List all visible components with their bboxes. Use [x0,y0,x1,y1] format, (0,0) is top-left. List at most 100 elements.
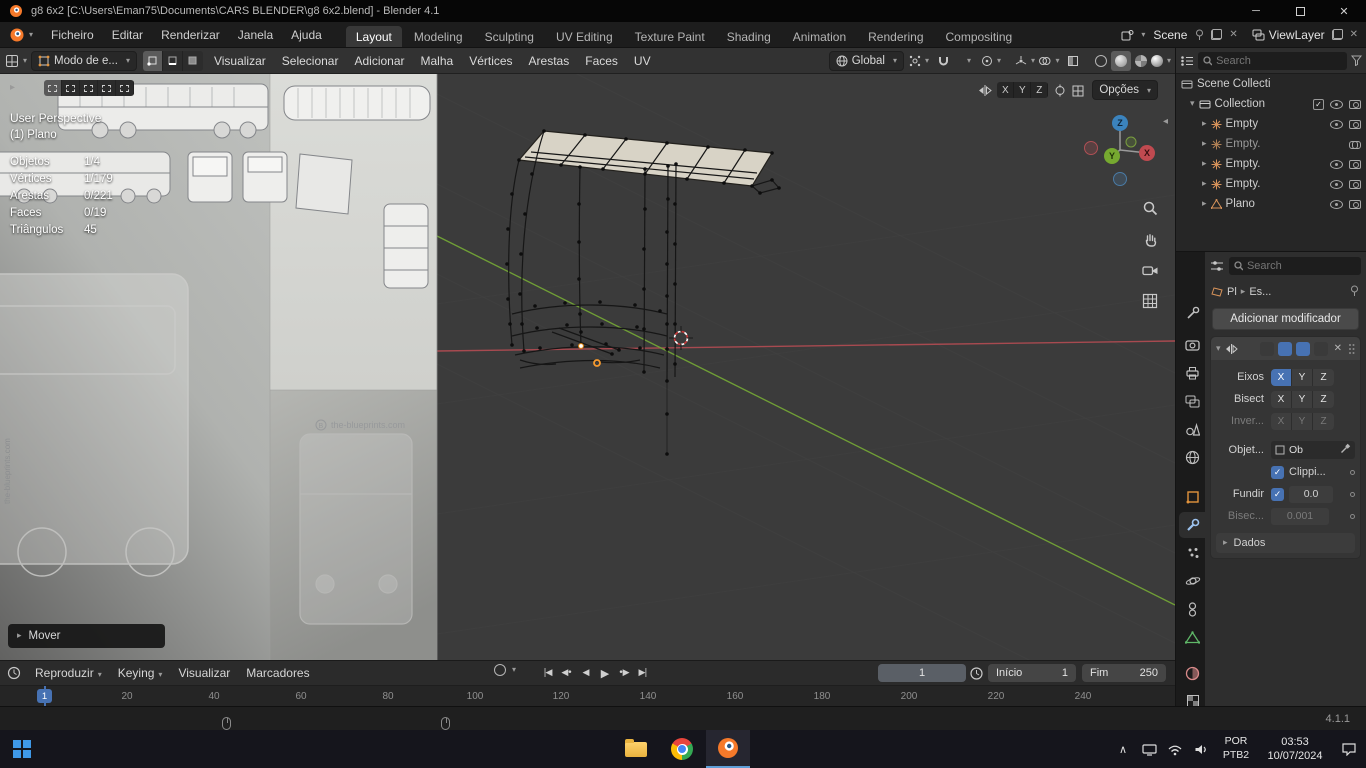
tab-render[interactable] [1179,332,1206,358]
editor-type-button[interactable] [5,51,27,71]
eye-icon[interactable] [1330,119,1343,129]
gizmo-x-axis[interactable]: X [1139,145,1155,161]
tab-constraints[interactable] [1179,596,1206,622]
workspace-tab-sculpting[interactable]: Sculpting [475,26,544,47]
select-invert-button[interactable] [98,80,116,96]
data-subpanel-header[interactable]: ▸ Dados [1216,533,1355,553]
menu-editar[interactable]: Editar [103,22,152,47]
remove-modifier-icon[interactable]: ✕ [1334,343,1342,354]
auto-keying-record-icon[interactable] [494,664,506,676]
view-layer-name[interactable]: ViewLayer [1269,28,1325,42]
clipping-checkbox[interactable]: ✓ [1271,465,1284,479]
edge-select-mode-button[interactable] [162,50,183,71]
menu-ficheiro[interactable]: Ficheiro [42,22,103,47]
toggle-ortho-button[interactable] [1138,289,1162,313]
menu-renderizar[interactable]: Renderizar [152,22,229,47]
tray-expand-chevron[interactable]: ∧ [1110,730,1136,768]
scene-name[interactable]: Scene [1153,28,1187,42]
on-cage-toggle[interactable] [1259,341,1274,356]
menu-visualizar-timeline[interactable]: Visualizar [170,666,238,680]
blender-menu-button[interactable] [0,22,42,47]
properties-search-input[interactable] [1246,260,1356,272]
realtime-toggle[interactable] [1295,341,1310,356]
gizmo-negative-y[interactable] [1125,136,1137,148]
tab-physics[interactable] [1179,568,1206,594]
proportional-editing-button[interactable] [980,51,1002,71]
axis-y-toggle[interactable]: Y [1292,368,1313,386]
expand-arrow-icon[interactable]: ▸ [1202,179,1207,189]
tab-view-layer[interactable] [1179,388,1206,414]
workspace-tab-layout[interactable]: Layout [345,26,402,47]
menu-faces[interactable]: Faces [577,54,626,68]
menu-visualizar[interactable]: Visualizar [206,54,274,68]
breadcrumb-object[interactable]: Pl [1227,286,1237,298]
navigation-gizmo[interactable]: Z Y X [1083,113,1157,187]
shading-solid-button[interactable] [1111,50,1131,71]
menu-arestas[interactable]: Arestas [521,54,578,68]
camera-visibility-icon[interactable] [1349,159,1361,169]
viewport-3d[interactable]: B the-blueprints.com the-blueprints.com [0,74,1175,660]
move-view-button[interactable] [1138,227,1162,251]
workspace-tab-animation[interactable]: Animation [783,26,856,47]
playhead-badge[interactable]: 1 [37,689,52,703]
gizmo-negative-z[interactable] [1113,172,1127,186]
link-icon[interactable] [1349,140,1361,149]
vertex-select-mode-button[interactable] [142,50,163,71]
start-button[interactable] [0,730,44,768]
previous-keyframe-button[interactable]: ◀• [557,664,576,682]
select-extend-button[interactable] [62,80,80,96]
select-subtract-button[interactable] [80,80,98,96]
frame-end-field[interactable]: Fim 250 [1082,664,1166,682]
flip-x-toggle[interactable]: X [1271,412,1292,430]
flip-z-toggle[interactable]: Z [1313,412,1334,430]
eye-icon[interactable] [1330,179,1343,189]
tab-modifiers[interactable] [1179,512,1206,538]
axis-z-toggle[interactable]: Z [1313,368,1334,386]
menu-reproduzir[interactable]: Reproduzir [27,666,110,680]
grid-snap-icon[interactable] [1072,84,1084,97]
collapse-arrow-icon[interactable]: ▾ [1216,344,1221,354]
pin-icon[interactable] [1194,29,1205,41]
render-toggle[interactable] [1313,341,1328,356]
close-button[interactable]: ✕ [1322,0,1366,22]
tab-particles[interactable] [1179,540,1206,566]
snap-toggle-button[interactable] [932,51,954,71]
menu-keying[interactable]: Keying [110,666,171,680]
outliner-search[interactable] [1198,51,1347,70]
expand-arrow-icon[interactable]: ▸ [1202,159,1207,169]
menu-ajuda[interactable]: Ajuda [282,22,331,47]
menu-adicionar[interactable]: Adicionar [346,54,412,68]
bisect-threshold-field[interactable]: 0.001 [1271,507,1329,525]
next-keyframe-button[interactable]: •▶ [614,664,633,682]
bisect-y-toggle[interactable]: Y [1292,390,1313,408]
menu-uv[interactable]: UV [626,54,659,68]
shading-material-button[interactable] [1131,51,1151,71]
decorator-dot[interactable] [1350,491,1355,497]
eye-icon[interactable] [1330,99,1343,109]
tray-volume-icon[interactable] [1188,730,1214,768]
scene-browse-button[interactable] [1117,29,1149,41]
jump-to-start-button[interactable]: |◀ [538,664,557,682]
expand-arrow-icon[interactable]: ▸ [1202,119,1207,129]
timeline-editor-icon[interactable] [7,666,23,680]
face-select-mode-button[interactable] [182,50,203,71]
outliner-row-empty-4[interactable]: ▸ Empty. [1176,174,1366,194]
keying-set-dropdown[interactable] [508,665,516,675]
flip-y-toggle[interactable]: Y [1292,412,1313,430]
outliner-editor-icon[interactable] [1180,55,1194,67]
play-button[interactable]: ▶ [595,664,614,682]
menu-marcadores[interactable]: Marcadores [238,666,317,680]
modifier-header[interactable]: ▾ ✕ [1211,337,1360,360]
taskbar-file-explorer[interactable] [614,730,658,768]
filter-icon[interactable] [1351,55,1362,66]
tab-object[interactable] [1179,484,1206,510]
tab-material[interactable] [1179,660,1206,686]
decorator-dot[interactable] [1350,513,1355,519]
axis-x-toggle[interactable]: X [1271,368,1292,386]
mirror-y-button[interactable]: Y [1014,82,1032,98]
tab-output[interactable] [1179,360,1206,386]
outliner-row-empty-3[interactable]: ▸ Empty. [1176,154,1366,174]
menu-vertices[interactable]: Vértices [461,54,520,68]
clock-indicator[interactable]: 03:53 10/07/2024 [1258,730,1332,768]
xray-toggle-button[interactable] [1062,51,1084,71]
